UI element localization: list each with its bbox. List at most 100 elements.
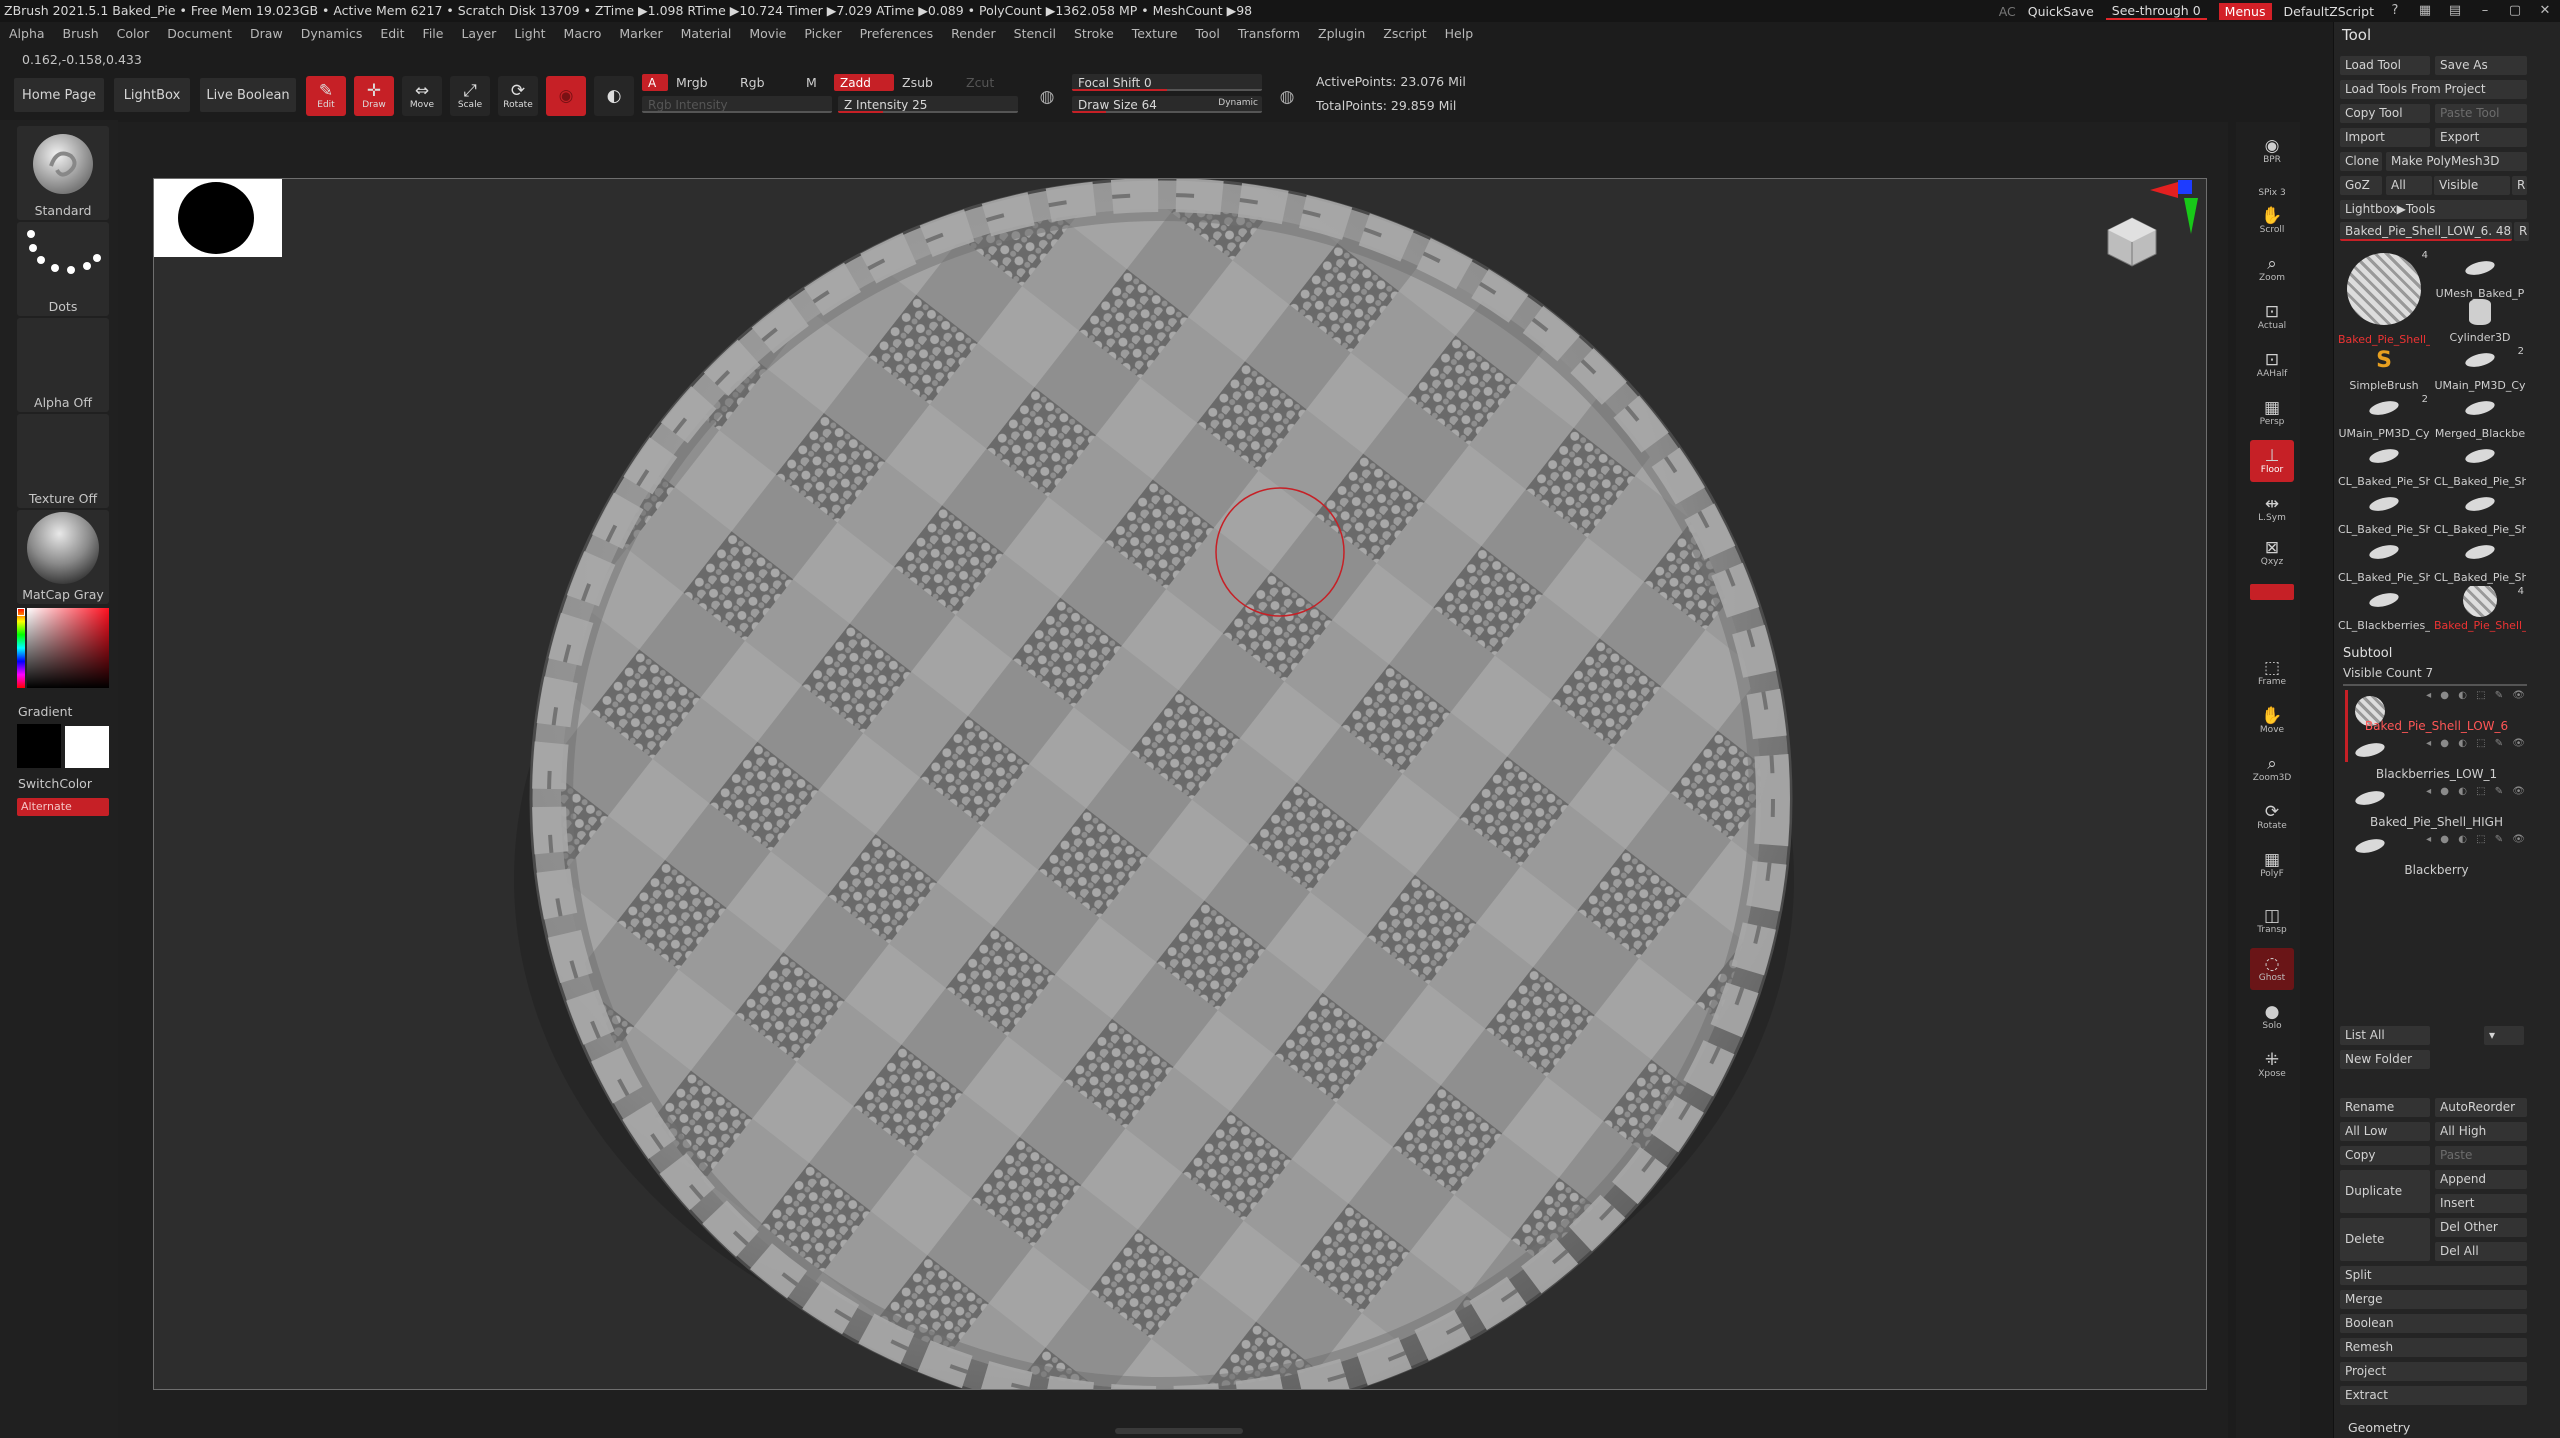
switch-color-button[interactable]: SwitchColor [18, 776, 92, 791]
main-color-swatch[interactable] [17, 724, 61, 768]
material-selector[interactable]: MatCap Gray [17, 510, 109, 604]
goz-button[interactable]: GoZ [2340, 176, 2382, 195]
alternate-button[interactable]: Alternate [17, 798, 109, 816]
menu-marker[interactable]: Marker [610, 24, 671, 46]
merge-button[interactable]: Merge [2340, 1290, 2527, 1309]
load-tools-from-project-button[interactable]: Load Tools From Project [2340, 80, 2527, 99]
home-page-button[interactable]: Home Page [14, 78, 104, 112]
menu-stencil[interactable]: Stencil [1005, 24, 1065, 46]
delete-button[interactable]: Delete [2340, 1218, 2430, 1261]
ac-button[interactable]: AC [1999, 4, 2016, 19]
tool-thumbnail[interactable]: Baked_Pie_Shell_ 4 [2434, 586, 2526, 632]
current-tool-slider[interactable]: Baked_Pie_Shell_LOW_6. 48 [2340, 222, 2512, 241]
list-all-button[interactable]: List All [2340, 1026, 2430, 1045]
make-polymesh-button[interactable]: Make PolyMesh3D [2386, 152, 2527, 171]
menu-alpha[interactable]: Alpha [0, 24, 54, 46]
auto-reorder-button[interactable]: AutoReorder [2435, 1098, 2527, 1117]
sculptris-pro-button[interactable]: ◉ [546, 76, 586, 116]
live-boolean-button[interactable]: Live Boolean [200, 78, 296, 112]
rgb-button[interactable]: Rgb [740, 75, 765, 90]
rotate-view-button[interactable]: ⟳ Rotate [2250, 796, 2294, 838]
tool-thumbnail[interactable]: CL_Baked_Pie_Sh [2434, 442, 2526, 488]
pie-mesh-viewport[interactable] [154, 179, 2207, 1390]
zcut-button[interactable]: Zcut [966, 75, 994, 90]
subtool-item[interactable]: ◂ ● ◐ ⬚ ✎ 👁 Blackberries_LOW_1 [2343, 736, 2530, 784]
clone-button[interactable]: Clone [2340, 152, 2382, 171]
del-other-button[interactable]: Del Other [2435, 1218, 2527, 1237]
tool-thumbnail[interactable]: CL_Blackberries_ [2338, 586, 2430, 632]
visible-count-slider[interactable]: Visible Count 7 [2343, 666, 2433, 680]
new-folder-button[interactable]: New Folder [2340, 1050, 2430, 1069]
menu-movie[interactable]: Movie [740, 24, 795, 46]
menu-macro[interactable]: Macro [555, 24, 611, 46]
duplicate-button[interactable]: Duplicate [2340, 1170, 2430, 1213]
floor-button[interactable]: ⊥ Floor [2250, 440, 2294, 482]
split-button[interactable]: Split [2340, 1266, 2527, 1285]
layout-alt-icon[interactable]: ▤ [2446, 4, 2464, 18]
polyframe-button[interactable]: ▦ PolyF [2250, 844, 2294, 886]
draw-button[interactable]: ✛ Draw [354, 76, 394, 116]
see-through-slider[interactable]: See-through 0 [2105, 3, 2207, 20]
copy-tool-button[interactable]: Copy Tool [2340, 104, 2430, 123]
menu-zscript[interactable]: Zscript [1374, 24, 1435, 46]
del-all-button[interactable]: Del All [2435, 1242, 2527, 1261]
subtool-visibility-icons[interactable]: ◂ ● ◐ ⬚ ✎ 👁 [2426, 834, 2528, 845]
default-zscript-button[interactable]: DefaultZScript [2284, 4, 2375, 19]
actual-button[interactable]: ⊡ Actual [2250, 296, 2294, 338]
color-picker[interactable] [17, 608, 109, 688]
tool-thumbnail[interactable]: CL_Baked_Pie_Sh [2434, 490, 2526, 536]
tool-thumbnail[interactable]: Cylinder3D [2434, 298, 2526, 344]
menu-help[interactable]: Help [1436, 24, 1483, 46]
menus-button[interactable]: Menus [2218, 2, 2272, 20]
menu-material[interactable]: Material [672, 24, 741, 46]
copy-button[interactable]: Copy [2340, 1146, 2430, 1165]
tool-thumbnail[interactable]: UMain_PM3D_Cy 2 [2338, 394, 2430, 440]
tool-thumbnail[interactable]: CL_Baked_Pie_Sh [2338, 442, 2430, 488]
maximize-icon[interactable]: ▢ [2506, 4, 2524, 18]
tool-thumbnail[interactable]: UMain_PM3D_Cy 2 [2434, 346, 2526, 392]
dynamic-size-button[interactable]: ◍ [1270, 80, 1304, 114]
goz-visible-button[interactable]: Visible [2434, 176, 2510, 195]
dynamic-toggle[interactable]: Dynamic [1218, 98, 1258, 108]
all-low-button[interactable]: All Low [2340, 1122, 2430, 1141]
local-symmetry-button[interactable]: ⇹ L.Sym [2250, 488, 2294, 530]
xyz-button[interactable]: ⊠ Qxyz [2250, 532, 2294, 574]
remesh-button[interactable]: Remesh [2340, 1338, 2527, 1357]
help-icon[interactable]: ? [2386, 4, 2404, 18]
texture-selector[interactable]: Texture Off [17, 414, 109, 508]
secondary-color-swatch[interactable] [65, 726, 109, 768]
sym-axis-toggle[interactable] [2250, 584, 2294, 600]
focal-shift-icon-button[interactable]: ◍ [1030, 80, 1064, 114]
append-button[interactable]: Append [2435, 1170, 2527, 1189]
tool-thumbnail[interactable]: CL_Baked_Pie_Sh [2434, 538, 2526, 584]
bpr-button[interactable]: ◉ BPR [2250, 130, 2294, 172]
m-button[interactable]: M [806, 75, 817, 90]
paste-button[interactable]: Paste [2435, 1146, 2527, 1165]
import-button[interactable]: Import [2340, 128, 2430, 147]
goz-all-button[interactable]: All [2386, 176, 2432, 195]
menu-texture[interactable]: Texture [1123, 24, 1187, 46]
minimize-icon[interactable]: – [2476, 4, 2494, 18]
rotate-button[interactable]: ⟳ Rotate [498, 76, 538, 116]
brush-selector[interactable]: Standard [17, 126, 109, 220]
subtool-visibility-icons[interactable]: ◂ ● ◐ ⬚ ✎ 👁 [2426, 738, 2528, 749]
save-as-button[interactable]: Save As [2435, 56, 2527, 75]
material-sphere-button[interactable]: ◐ [594, 76, 634, 116]
zadd-button[interactable]: Zadd [834, 74, 894, 91]
bottom-tray-handle[interactable] [1115, 1428, 1243, 1434]
zoom3d-button[interactable]: ⌕ Zoom3D [2250, 748, 2294, 790]
scale-button[interactable]: ⤢ Scale [450, 76, 490, 116]
zoom-button[interactable]: ⌕ Zoom [2250, 248, 2294, 290]
saturation-value-field[interactable] [27, 608, 109, 688]
lightbox-tools-button[interactable]: Lightbox▶Tools [2340, 200, 2527, 219]
frame-button[interactable]: ⬚ Frame [2250, 652, 2294, 694]
menu-document[interactable]: Document [158, 24, 241, 46]
lightbox-button[interactable]: LightBox [114, 78, 190, 112]
subtool-item[interactable]: ◂ ● ◐ ⬚ ✎ 👁 Baked_Pie_Shell_HIGH [2343, 784, 2530, 832]
layout-icon[interactable]: ▦ [2416, 4, 2434, 18]
insert-button[interactable]: Insert [2435, 1194, 2527, 1213]
rename-button[interactable]: Rename [2340, 1098, 2430, 1117]
menu-picker[interactable]: Picker [795, 24, 850, 46]
menu-file[interactable]: File [414, 24, 453, 46]
move-button[interactable]: ⇔ Move [402, 76, 442, 116]
